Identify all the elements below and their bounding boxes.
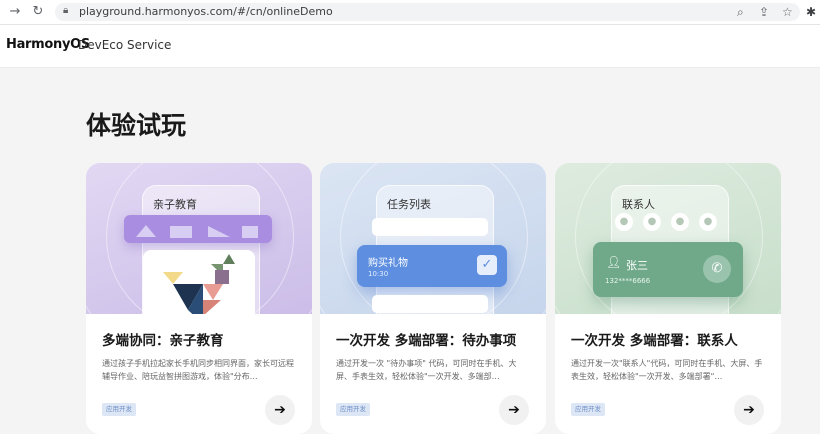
reload-icon[interactable]: ↻ [29,3,47,21]
page-title: 体验试玩 [86,111,187,140]
card-description: 通过孩子手机拉起家长手机同步相同界面，家长可远程辅导作业、陪玩益智拼图游戏，体验… [102,359,294,381]
demo-card-family-education[interactable]: 亲子教育 多端协同：亲子教育 通过孩子手机拉起家长手机同步相同界面，家长可远程辅… [86,163,312,434]
user-icon: 👤︎ [606,255,622,269]
card-title[interactable]: 一次开发 多端部署：待办事项 [336,329,516,349]
arrow-right-icon[interactable]: ➔ [499,395,529,425]
card-title[interactable]: 一次开发 多端部署：联系人 [571,329,738,349]
tangram-puzzle [143,250,255,314]
contact-item: 👤︎ 张三 132****6666 ✆ [593,242,743,297]
phone-label: 联系人 [622,198,655,211]
extensions-icon[interactable]: ✱ [806,3,816,21]
site-header: HarmonyOS DevEco Service [0,25,820,68]
arrow-right-icon[interactable]: ➔ [265,395,295,425]
task-placeholder-row [372,295,488,313]
task-time: 10:30 [368,270,389,278]
tangram-bird-icon [163,254,235,314]
back-icon[interactable]: → [6,3,24,21]
card-illustration: 亲子教育 [86,163,312,314]
lock-icon: 🔒︎ [63,5,69,16]
address-bar[interactable]: 🔒︎ playground.harmonyos.com/#/cn/onlineD… [55,3,800,21]
share-icon[interactable]: ⇪ [759,3,769,21]
demo-card-contacts[interactable]: 联系人 ● ● ● ● 👤︎ 张三 132****6666 ✆ 一次开发 多端部… [555,163,781,434]
browser-toolbar: → ↻ 🔒︎ playground.harmonyos.com/#/cn/onl… [0,0,820,25]
phone-label: 亲子教育 [153,198,197,211]
card-illustration: 任务列表 购买礼物 10:30 ✓ [320,163,546,314]
shape-toolbar [124,215,272,243]
card-illustration: 联系人 ● ● ● ● 👤︎ 张三 132****6666 ✆ [555,163,781,314]
card-description: 通过开发一次"联系人"代码，可同时在手机、大屏、手表生效，轻松体验"一次开发、多… [571,359,763,381]
card-description: 通过开发一次 "待办事项" 代码，可同时在手机、大屏、手表生效，轻松体验"一次开… [336,359,517,381]
avatar-icon: ● [615,213,633,231]
task-name: 购买礼物 [368,258,408,269]
avatar-icon: ● [671,213,689,231]
arrow-right-icon[interactable]: ➔ [734,395,764,425]
contact-name: 张三 [626,259,648,272]
contact-phone: 132****6666 [605,277,651,285]
shapes-icon [136,225,258,238]
checkbox-checked-icon: ✓ [477,255,497,275]
card-tag: 应用开发 [102,403,136,416]
avatar-icon: ● [699,213,717,231]
card-tag: 应用开发 [571,403,605,416]
star-icon[interactable]: ☆ [782,3,793,21]
deveco-service-link[interactable]: DevEco Service [78,38,171,52]
task-item: 购买礼物 10:30 ✓ [357,245,507,287]
zoom-icon[interactable]: ⌕ [737,3,744,21]
url-text[interactable]: playground.harmonyos.com/#/cn/onlineDemo [79,4,333,20]
card-title[interactable]: 多端协同：亲子教育 [102,329,224,349]
phone-label: 任务列表 [387,198,431,211]
phone-call-icon: ✆ [703,255,731,283]
card-tag: 应用开发 [336,403,370,416]
demo-card-todo[interactable]: 任务列表 购买礼物 10:30 ✓ 一次开发 多端部署：待办事项 通过开发一次 … [320,163,546,434]
task-placeholder-row [372,218,488,236]
avatar-icon: ● [643,213,661,231]
